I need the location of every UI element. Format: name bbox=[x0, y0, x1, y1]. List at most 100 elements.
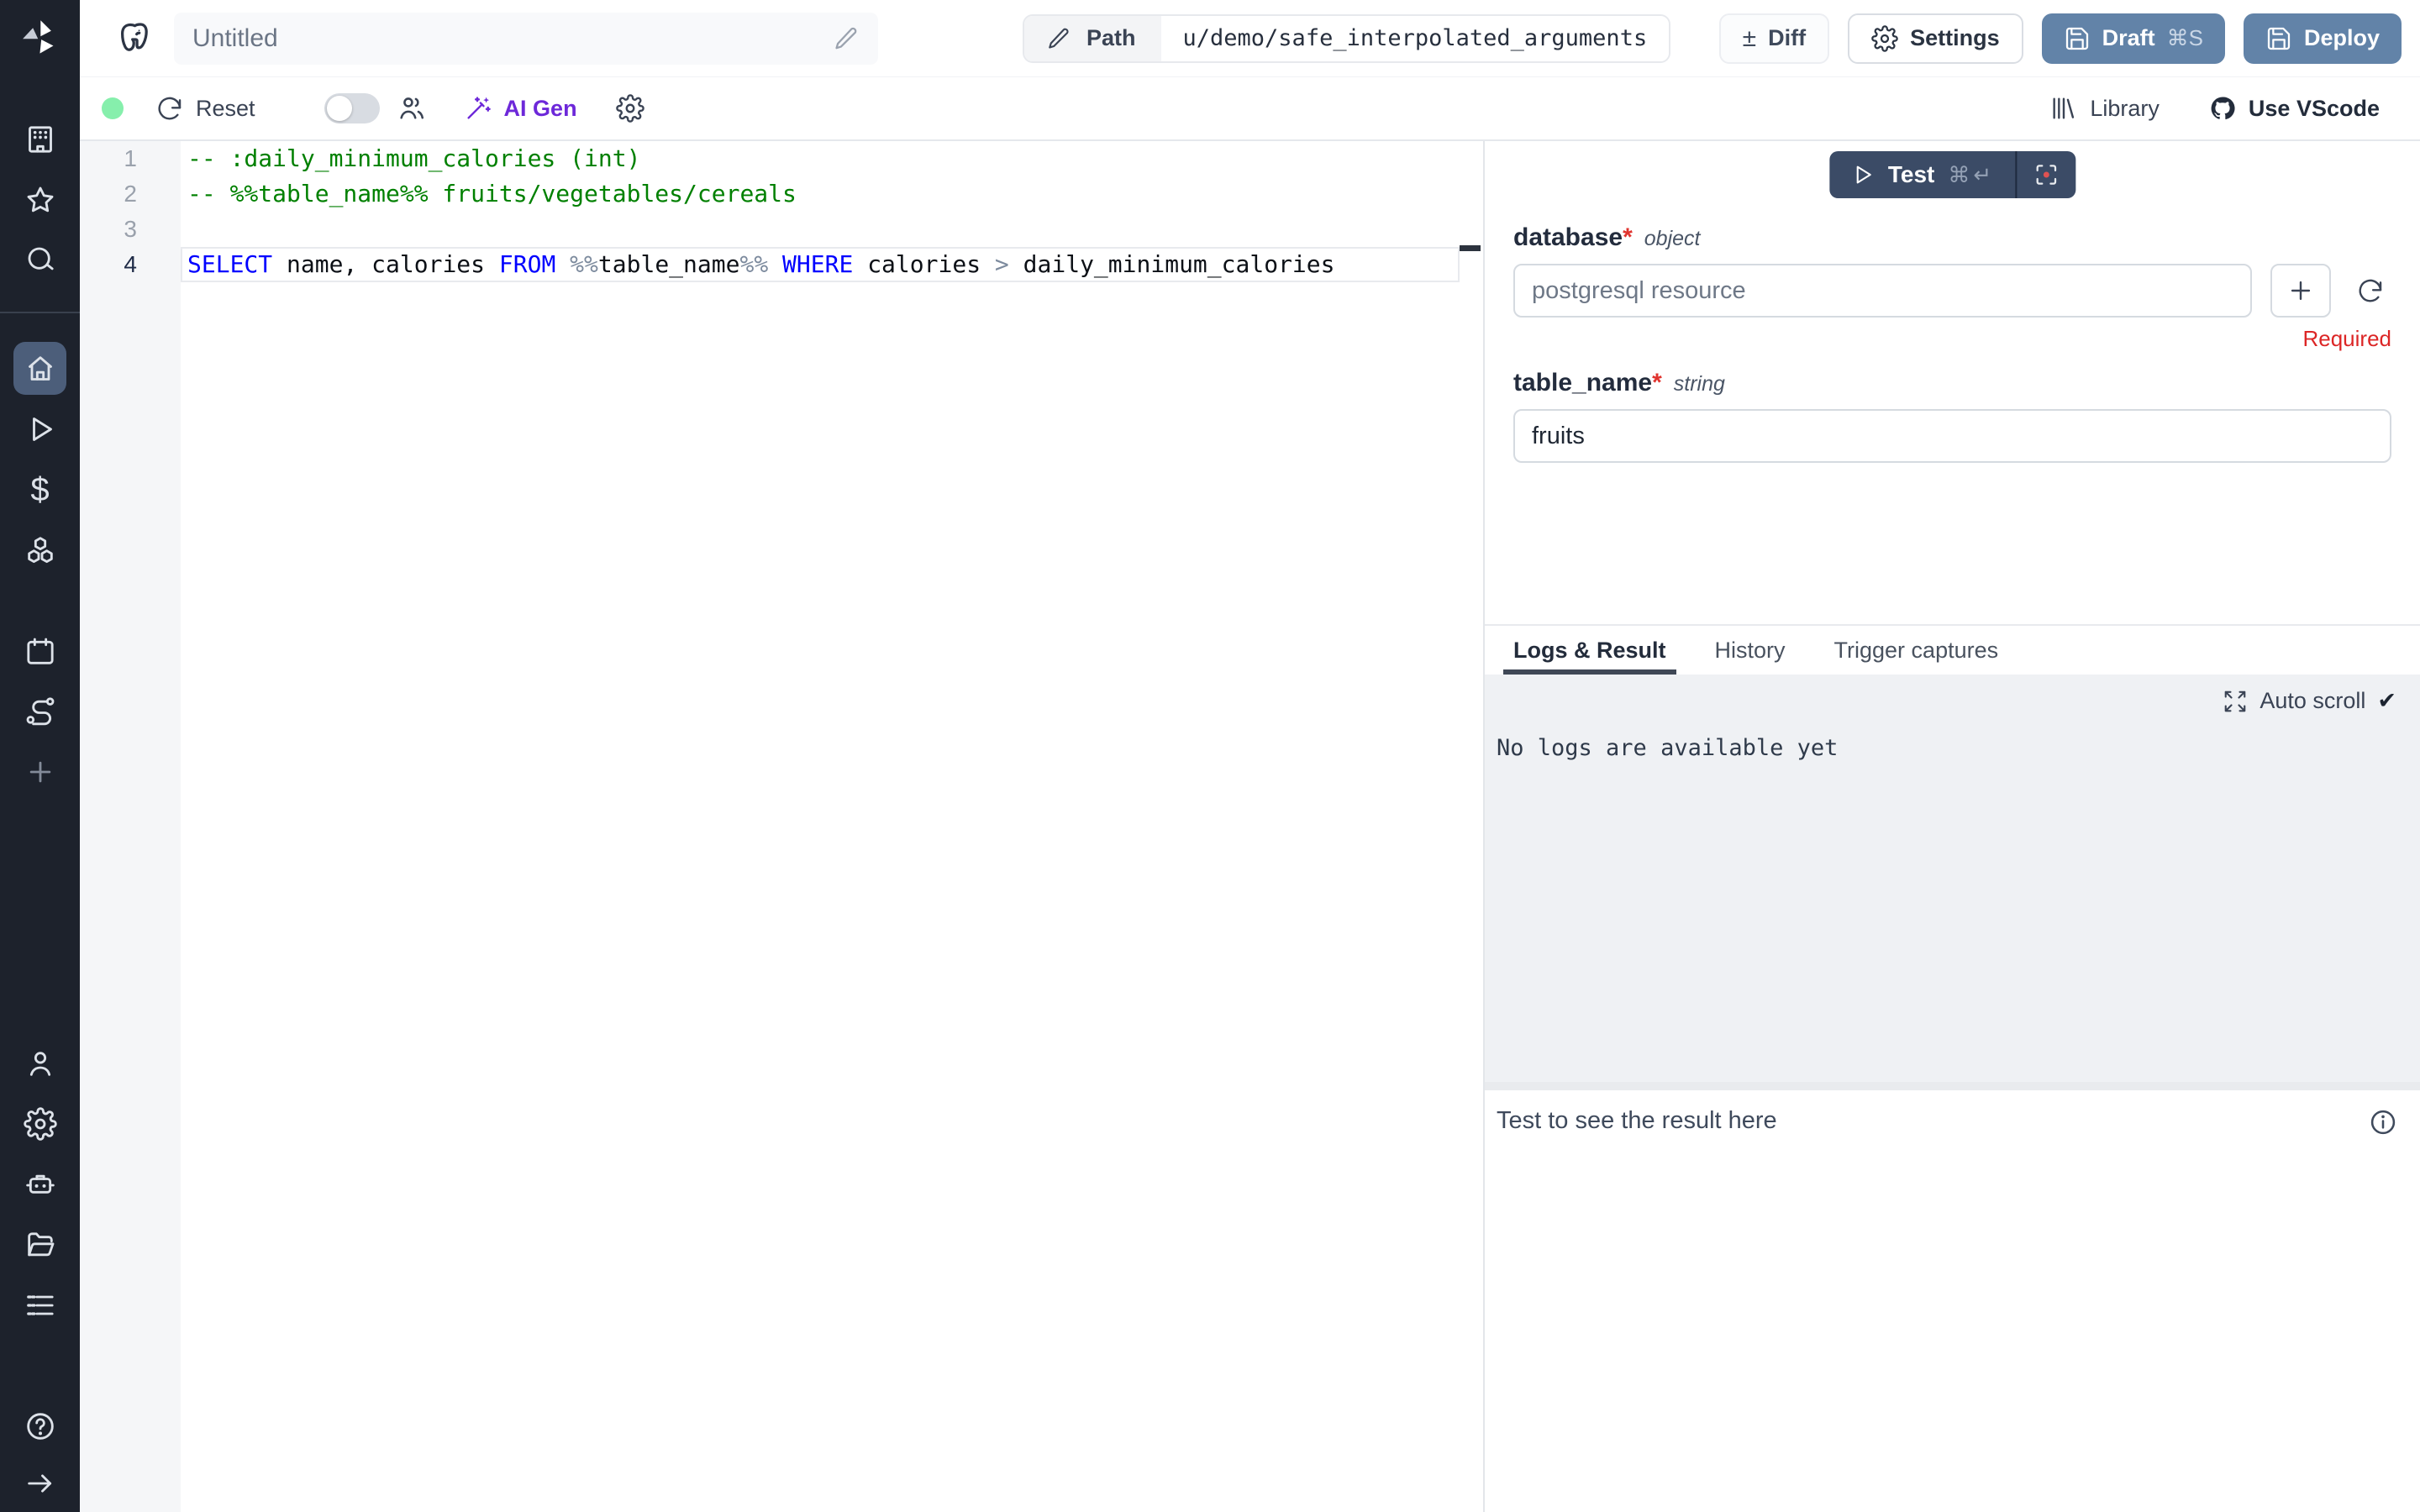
sidebar-item-runs[interactable] bbox=[0, 405, 80, 454]
app-sidebar: $ bbox=[0, 0, 80, 1512]
field-type: object bbox=[1644, 227, 1701, 251]
field-label-row: table_name* string bbox=[1513, 369, 2391, 397]
dollar-icon: $ bbox=[30, 473, 49, 507]
code-line[interactable]: -- %%table_name%% fruits/vegetables/cere… bbox=[181, 176, 1460, 212]
windmill-logo-icon[interactable] bbox=[10, 8, 69, 67]
field-label-row: database* object bbox=[1513, 223, 2391, 252]
test-label: Test bbox=[1888, 161, 1935, 188]
ai-gen-button[interactable]: AI Gen bbox=[464, 94, 577, 123]
draft-label: Draft bbox=[2102, 25, 2155, 51]
plus-minus-icon: ± bbox=[1743, 24, 1756, 53]
sidebar-item-resources[interactable] bbox=[0, 527, 80, 575]
reset-button[interactable]: Reset bbox=[155, 94, 255, 123]
diff-mode-toggle[interactable] bbox=[324, 93, 380, 123]
save-icon bbox=[2064, 25, 2091, 52]
path-badge[interactable]: Path u/demo/safe_interpolated_arguments bbox=[1023, 14, 1670, 63]
result-panel: Test to see the result here bbox=[1485, 1090, 2420, 1512]
field-name: database* bbox=[1513, 223, 1633, 252]
code-line[interactable]: SELECT name, calories FROM %%table_name%… bbox=[181, 247, 1460, 282]
refresh-resource-button[interactable] bbox=[2349, 276, 2391, 305]
logs-result-divider[interactable] bbox=[1485, 1082, 2420, 1090]
deploy-button[interactable]: Deploy bbox=[2244, 13, 2402, 64]
refresh-icon bbox=[155, 94, 184, 123]
edit-title-pencil-icon[interactable] bbox=[833, 25, 860, 52]
tab-history[interactable]: History bbox=[1715, 626, 1786, 675]
diff-label: Diff bbox=[1768, 25, 1806, 51]
deploy-label: Deploy bbox=[2304, 25, 2380, 51]
library-icon bbox=[2049, 94, 2078, 123]
draft-shortcut: ⌘S bbox=[2167, 25, 2203, 51]
status-dot bbox=[102, 97, 124, 119]
sidebar-item-workers[interactable] bbox=[0, 1161, 80, 1210]
test-shortcut: ⌘↵ bbox=[1948, 162, 1995, 188]
editor-toolbar: Reset AI Gen Library Use VScode bbox=[80, 77, 2420, 141]
code-editor[interactable]: 1 2 3 4 -- :daily_minimum_calories (int)… bbox=[80, 141, 1483, 1512]
sidebar-item-help[interactable] bbox=[0, 1402, 80, 1451]
required-hint: Required bbox=[1513, 326, 2391, 352]
gear-icon bbox=[1871, 25, 1898, 52]
library-label: Library bbox=[2090, 96, 2160, 122]
field-name: table_name* bbox=[1513, 369, 1662, 397]
result-empty-message: Test to see the result here bbox=[1497, 1107, 1777, 1135]
script-title-field[interactable]: Untitled bbox=[174, 13, 878, 65]
sidebar-item-user[interactable] bbox=[0, 1039, 80, 1088]
tab-trigger-captures[interactable]: Trigger captures bbox=[1834, 626, 1999, 675]
sidebar-item-search[interactable] bbox=[0, 235, 80, 284]
info-icon[interactable] bbox=[2368, 1107, 2398, 1137]
editor-gutter: 1 2 3 4 bbox=[80, 141, 181, 1512]
sidebar-divider bbox=[0, 312, 80, 313]
refresh-icon bbox=[2356, 276, 2385, 305]
plus-icon bbox=[2286, 276, 2315, 305]
draft-button[interactable]: Draft ⌘S bbox=[2042, 13, 2225, 64]
line-number-active: 4 bbox=[80, 247, 181, 282]
script-settings-gear-icon[interactable] bbox=[616, 94, 644, 123]
sidebar-item-home[interactable] bbox=[13, 342, 66, 395]
github-icon bbox=[2208, 94, 2237, 123]
sidebar-item-variables[interactable]: $ bbox=[0, 465, 80, 514]
logs-empty-message: No logs are available yet bbox=[1497, 735, 1838, 761]
sidebar-expand-arrow[interactable] bbox=[0, 1459, 80, 1508]
sidebar-item-add[interactable] bbox=[0, 748, 80, 796]
path-label: Path bbox=[1086, 25, 1136, 51]
play-icon bbox=[1849, 162, 1875, 187]
field-type: string bbox=[1674, 372, 1725, 396]
toggle-knob bbox=[327, 96, 352, 121]
library-button[interactable]: Library bbox=[2049, 94, 2160, 123]
logs-panel: Auto scroll ✔ No logs are available yet bbox=[1485, 675, 2420, 1082]
auto-scroll-toggle[interactable]: Auto scroll ✔ bbox=[2223, 688, 2396, 714]
sidebar-item-apps-list[interactable] bbox=[0, 1281, 80, 1330]
overview-ruler-cursor-mark bbox=[1460, 245, 1481, 251]
line-number: 1 bbox=[80, 141, 181, 176]
code-line[interactable]: -- :daily_minimum_calories (int) bbox=[181, 141, 1460, 176]
sidebar-item-triggers[interactable] bbox=[0, 686, 80, 735]
tab-logs-result[interactable]: Logs & Result bbox=[1513, 626, 1666, 675]
add-resource-button[interactable] bbox=[2270, 264, 2331, 318]
sidebar-item-schedules[interactable] bbox=[0, 627, 80, 676]
path-value: u/demo/safe_interpolated_arguments bbox=[1161, 16, 1670, 61]
required-asterisk: * bbox=[1652, 369, 1662, 396]
diff-button[interactable]: ± Diff bbox=[1719, 13, 1829, 64]
settings-label: Settings bbox=[1910, 25, 2000, 51]
test-button[interactable]: Test ⌘↵ bbox=[1829, 151, 2015, 198]
path-label-segment[interactable]: Path bbox=[1024, 16, 1161, 61]
expand-icon bbox=[2223, 689, 2248, 714]
capture-button[interactable] bbox=[2017, 151, 2075, 198]
use-vscode-button[interactable]: Use VScode bbox=[2208, 94, 2380, 123]
use-vscode-label: Use VScode bbox=[2249, 96, 2380, 122]
sidebar-item-folders[interactable] bbox=[0, 1221, 80, 1270]
sidebar-item-workspace[interactable] bbox=[0, 115, 80, 164]
required-asterisk: * bbox=[1623, 223, 1633, 251]
collaborators-icon[interactable] bbox=[397, 93, 427, 123]
table-name-input[interactable] bbox=[1513, 409, 2391, 463]
checkmark-icon: ✔ bbox=[2377, 688, 2396, 714]
database-resource-input[interactable] bbox=[1513, 264, 2252, 318]
top-bar: Untitled Path u/demo/safe_interpolated_a… bbox=[80, 0, 2420, 77]
run-panel: Test ⌘↵ database* object Required bbox=[1485, 141, 2420, 1512]
code-line[interactable] bbox=[181, 212, 1460, 247]
save-icon bbox=[2265, 25, 2292, 52]
settings-button[interactable]: Settings bbox=[1848, 13, 2023, 64]
sidebar-item-settings[interactable] bbox=[0, 1100, 80, 1148]
result-tabs: Logs & Result History Trigger captures bbox=[1485, 624, 2420, 675]
sidebar-item-favorites[interactable] bbox=[0, 176, 80, 224]
ai-gen-label: AI Gen bbox=[504, 96, 577, 122]
